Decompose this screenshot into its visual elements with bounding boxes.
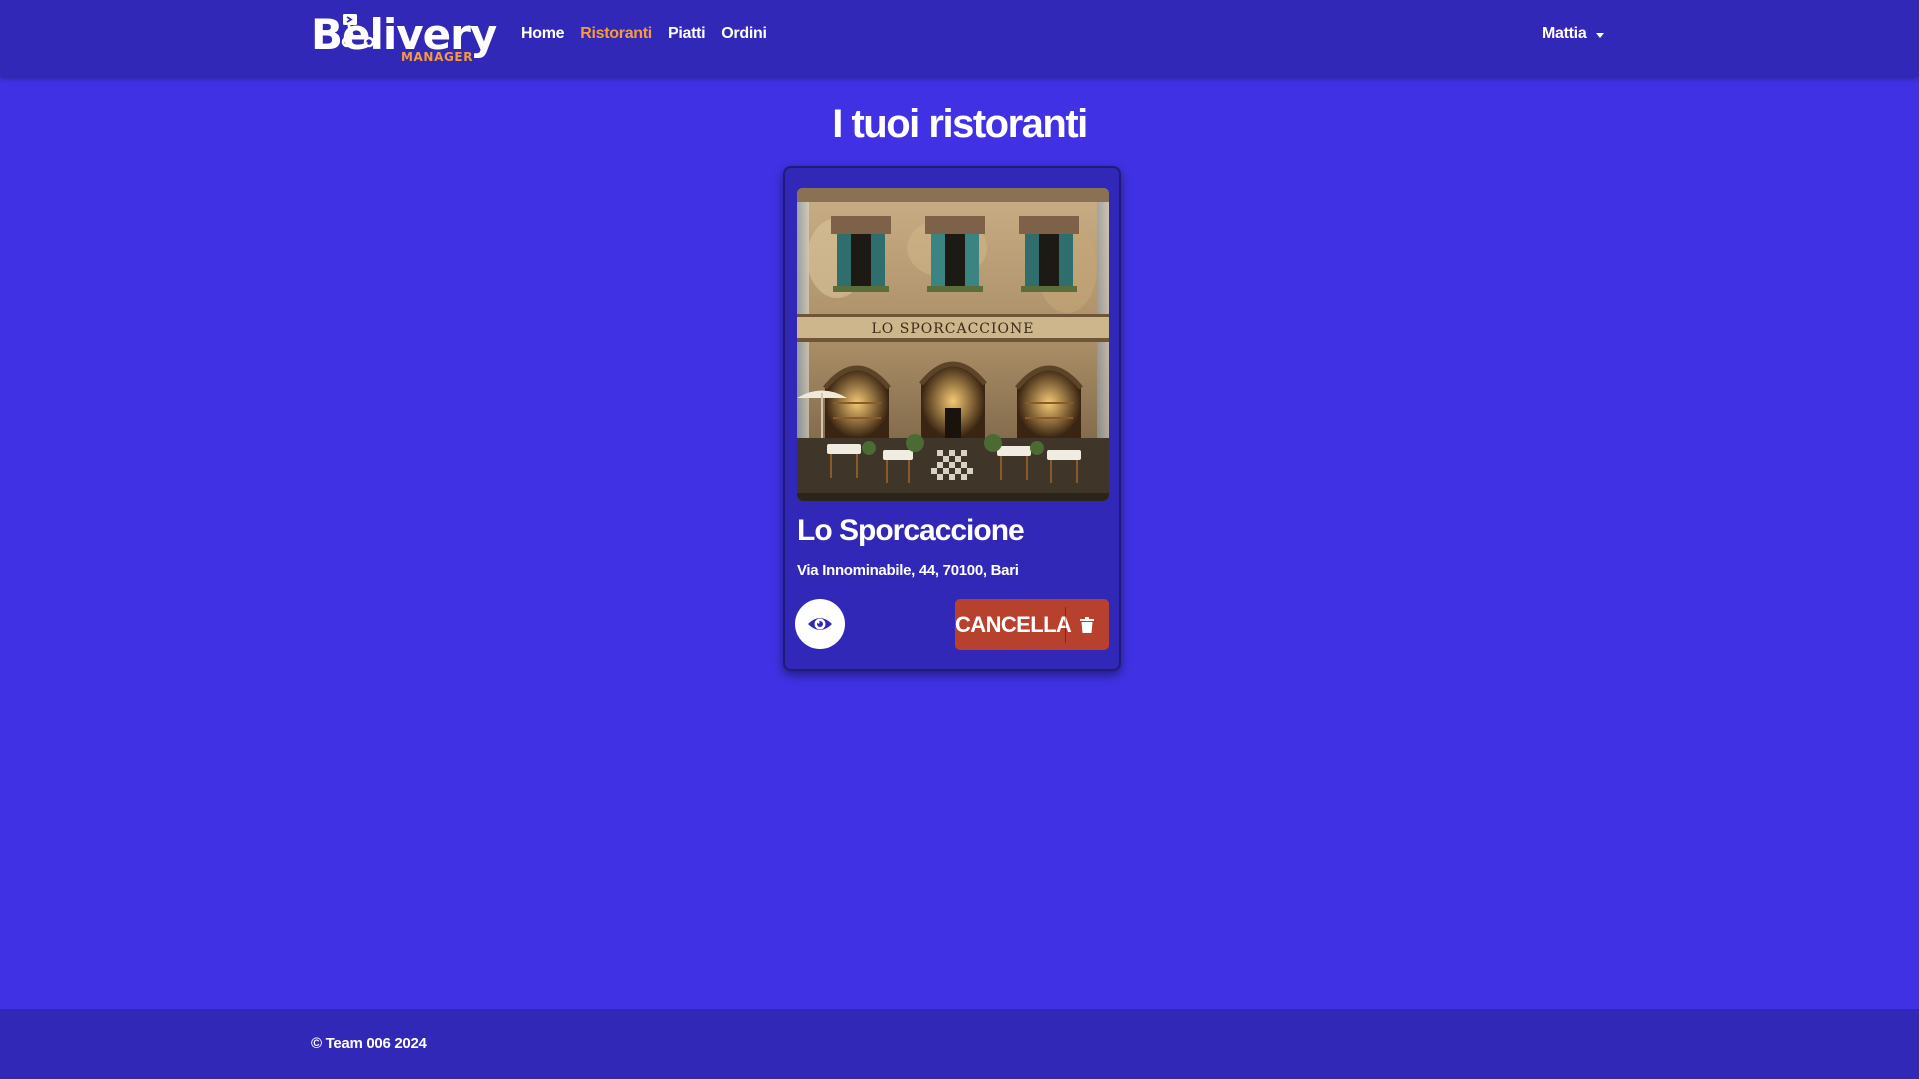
caret-down-icon bbox=[1596, 32, 1605, 38]
delete-button-label: CANCELLA bbox=[955, 611, 1072, 637]
trash-icon bbox=[1066, 616, 1108, 633]
restaurant-sign-text: LO SPORCACCIONE bbox=[872, 321, 1035, 337]
navbar: Belivery MANAGER Home Ristoranti Piatti … bbox=[0, 0, 1919, 76]
nav-link-home[interactable]: Home bbox=[521, 25, 565, 43]
restaurant-address: Via Innominabile, 44, 70100, Bari bbox=[797, 562, 1019, 579]
brand-logo[interactable]: Belivery MANAGER bbox=[311, 10, 497, 66]
restaurant-name: Lo Sporcaccione bbox=[797, 514, 1025, 547]
user-dropdown[interactable]: Mattia bbox=[1542, 25, 1605, 43]
navbar-container: Belivery MANAGER Home Ristoranti Piatti … bbox=[311, 0, 1605, 76]
nav-link-ordini[interactable]: Ordini bbox=[721, 25, 767, 43]
footer: © Team 006 2024 bbox=[0, 1009, 1919, 1079]
view-restaurant-button[interactable] bbox=[795, 599, 845, 649]
user-name: Mattia bbox=[1542, 25, 1587, 42]
restaurant-image: LO SPORCACCIONE bbox=[797, 188, 1109, 501]
scooter-icon bbox=[341, 14, 375, 48]
footer-copyright: © Team 006 2024 bbox=[311, 1035, 427, 1052]
brand-subtitle: MANAGER bbox=[401, 50, 474, 64]
eye-icon bbox=[808, 618, 832, 630]
page-title: I tuoi ristoranti bbox=[832, 102, 1088, 146]
main-nav: Home Ristoranti Piatti Ordini bbox=[521, 25, 767, 43]
nav-link-piatti[interactable]: Piatti bbox=[668, 25, 706, 43]
nav-link-ristoranti[interactable]: Ristoranti bbox=[580, 25, 652, 43]
delete-restaurant-button[interactable]: CANCELLA bbox=[955, 599, 1109, 650]
restaurant-card: LO SPORCACCIONE Lo Sporcaccione Via Inno… bbox=[783, 166, 1121, 671]
